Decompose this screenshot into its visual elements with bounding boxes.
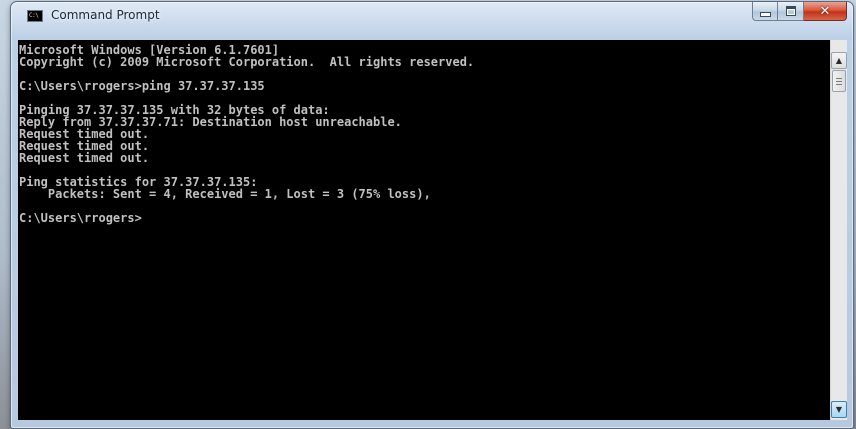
console-line: Request timed out. [19, 151, 150, 165]
maximize-icon [785, 6, 796, 16]
minimize-icon [759, 12, 771, 17]
scroll-up-button[interactable]: ▲ [831, 52, 847, 69]
scroll-down-button[interactable]: ▼ [831, 401, 847, 418]
console-text: Microsoft Windows [Version 6.1.7601] Copy… [18, 40, 830, 224]
minimize-button[interactable] [752, 2, 778, 21]
console-line: C:\Users\rrogers>ping 37.37.37.135 [19, 79, 265, 93]
console-icon-label: C:\ [29, 12, 39, 19]
maximize-button[interactable] [778, 2, 804, 21]
chevron-up-icon: ▲ [835, 56, 843, 65]
grip-line-icon [836, 83, 842, 85]
console-prompt-line: C:\Users\rrogers> [19, 211, 142, 225]
command-prompt-window: C:\ Command Prompt ✕ Microsoft Windows [… [10, 1, 854, 429]
console-output[interactable]: Microsoft Windows [Version 6.1.7601] Copy… [18, 40, 830, 420]
title-bar[interactable]: C:\ Command Prompt ✕ [11, 2, 853, 30]
vertical-scrollbar[interactable]: ▲ ▼ [830, 40, 847, 420]
window-title: Command Prompt [51, 8, 160, 22]
scrollbar-thumb[interactable] [832, 70, 846, 92]
console-line: Copyright (c) 2009 Microsoft Corporation… [19, 55, 475, 69]
grip-line-icon [836, 80, 842, 82]
console-icon[interactable]: C:\ [27, 10, 43, 22]
chevron-down-icon: ▼ [835, 405, 843, 414]
close-icon: ✕ [819, 3, 831, 19]
grip-line-icon [836, 77, 842, 79]
console-line: Packets: Sent = 4, Received = 1, Lost = … [19, 187, 431, 201]
close-button[interactable]: ✕ [804, 2, 847, 21]
caption-buttons: ✕ [752, 2, 847, 21]
